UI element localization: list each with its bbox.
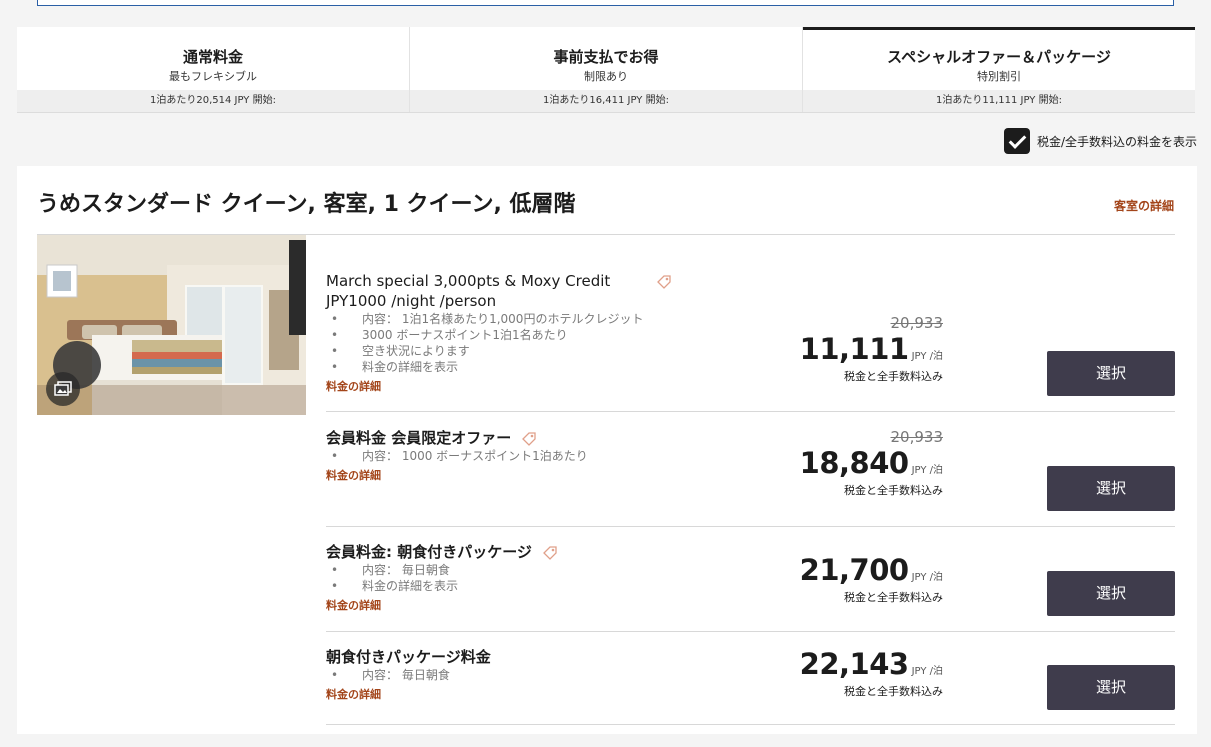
list-item: 内容： 毎日朝食 [326,667,726,683]
tab-standard-rates[interactable]: 通常料金 最もフレキシブル 1泊あたり20,514 JPY 開始: [17,27,410,112]
rate-name: 朝食付きパッケージ料金 [326,648,491,666]
rate-row: March special 3,000pts & Moxy Credit JPY… [326,235,1175,412]
room-card: うめスタンダード クイーン, 客室, 1 クイーン, 低層階 客室の詳細 Mar… [17,166,1197,734]
rate-bullets: 内容： 毎日朝食 料金の詳細を表示 [326,562,726,594]
rate-row: 会員料金 会員限定オファー 内容： 1000 ボーナスポイント1泊あたり 料金の… [326,412,1175,527]
tab-price: 1泊あたり16,411 JPY 開始: [410,90,802,112]
price: 11,111 [799,332,909,366]
price-unit: JPY /泊 [911,465,943,476]
price-note: 税金と全手数料込み [844,685,943,698]
original-price: 20,933 [890,428,944,446]
rate-name-line2: JPY1000 /night /person [326,292,497,310]
original-price: 20,933 [890,314,944,332]
tax-toggle-label: 税金/全手数料込の料金を表示 [1036,134,1197,149]
tab-title: 事前支払でお得 [553,48,659,66]
price-block: 20,933 18,840 JPY /泊 税金と全手数料込み [800,428,943,498]
list-item: 空き状況によります [326,343,726,359]
tab-price: 1泊あたり11,111 JPY 開始: [803,90,1195,112]
tab-special-offers[interactable]: スペシャルオファー＆パッケージ 特別割引 1泊あたり11,111 JPY 開始: [803,27,1195,112]
tab-subtitle: 制限あり [584,70,628,83]
rate-row: 朝食付きパッケージ料金 内容： 毎日朝食 料金の詳細 22,143 JPY /泊… [326,632,1175,725]
tag-icon [522,431,537,446]
tax-checkbox[interactable] [1003,128,1030,154]
price-note: 税金と全手数料込み [844,591,943,604]
rate-row: 会員料金: 朝食付きパッケージ 内容： 毎日朝食 料金の詳細を表示 料金の詳細 … [326,527,1175,632]
rate-name: March special 3,000pts & Moxy Credit [326,271,726,291]
room-photo[interactable] [37,235,306,415]
list-item: 内容： 毎日朝食 [326,562,726,578]
rate-name: 会員料金: 朝食付きパッケージ [326,542,726,562]
price-block: 22,143 JPY /泊 税金と全手数料込み [800,647,943,699]
price-unit: JPY /泊 [911,351,943,362]
select-button[interactable]: 選択 [1047,351,1175,396]
list-item[interactable]: 料金の詳細を表示 [326,578,726,594]
price-block: 20,933 11,111 JPY /泊 税金と全手数料込み [800,314,943,384]
list-item: 内容： 1泊1名様あたり1,000円のホテルクレジット [326,311,726,327]
price-block: 21,700 JPY /泊 税金と全手数料込み [800,553,943,605]
rate-details-link[interactable]: 料金の詳細 [326,686,726,702]
room-title: うめスタンダード クイーン, 客室, 1 クイーン, 低層階 [37,192,576,217]
room-details-link[interactable]: 客室の詳細 [1114,197,1174,214]
price-note: 税金と全手数料込み [844,484,943,497]
rate-details-link[interactable]: 料金の詳細 [326,467,726,483]
price: 22,143 [799,647,909,681]
price-note: 税金と全手数料込み [844,370,943,383]
gallery-icon[interactable] [46,372,80,406]
select-button[interactable]: 選択 [1047,571,1175,616]
rate-category-tabs: 通常料金 最もフレキシブル 1泊あたり20,514 JPY 開始: 事前支払でお… [17,27,1195,113]
list-item: 3000 ボーナスポイント1泊1名あたり [326,327,726,343]
price: 21,700 [799,553,909,587]
rate-bullets: 内容： 1泊1名様あたり1,000円のホテルクレジット 3000 ボーナスポイン… [326,311,726,375]
tab-prepay-rates[interactable]: 事前支払でお得 制限あり 1泊あたり16,411 JPY 開始: [410,27,803,112]
tag-icon [543,545,557,560]
tab-price: 1泊あたり20,514 JPY 開始: [17,90,409,112]
rate-bullets: 内容： 毎日朝食 [326,667,726,683]
price-unit: JPY /泊 [911,572,943,583]
tag-icon [657,274,671,289]
select-button[interactable]: 選択 [1047,665,1175,710]
list-item[interactable]: 料金の詳細を表示 [326,359,726,375]
rate-name: 会員料金 会員限定オファー [326,428,726,448]
rate-details-link[interactable]: 料金の詳細 [326,378,726,394]
rate-details-link[interactable]: 料金の詳細 [326,597,726,613]
rate-bullets: 内容： 1000 ボーナスポイント1泊あたり [326,448,726,464]
tab-title: 通常料金 [182,48,243,66]
tab-title: スペシャルオファー＆パッケージ [887,48,1111,66]
price: 18,840 [799,446,909,480]
select-button[interactable]: 選択 [1047,466,1175,511]
tax-toggle[interactable]: 税金/全手数料込の料金を表示 [1003,128,1197,154]
tab-subtitle: 最もフレキシブル [169,70,257,83]
list-item: 内容： 1000 ボーナスポイント1泊あたり [326,448,726,464]
tab-subtitle: 特別割引 [977,70,1021,83]
search-panel-edge [37,0,1174,6]
price-unit: JPY /泊 [911,666,943,677]
